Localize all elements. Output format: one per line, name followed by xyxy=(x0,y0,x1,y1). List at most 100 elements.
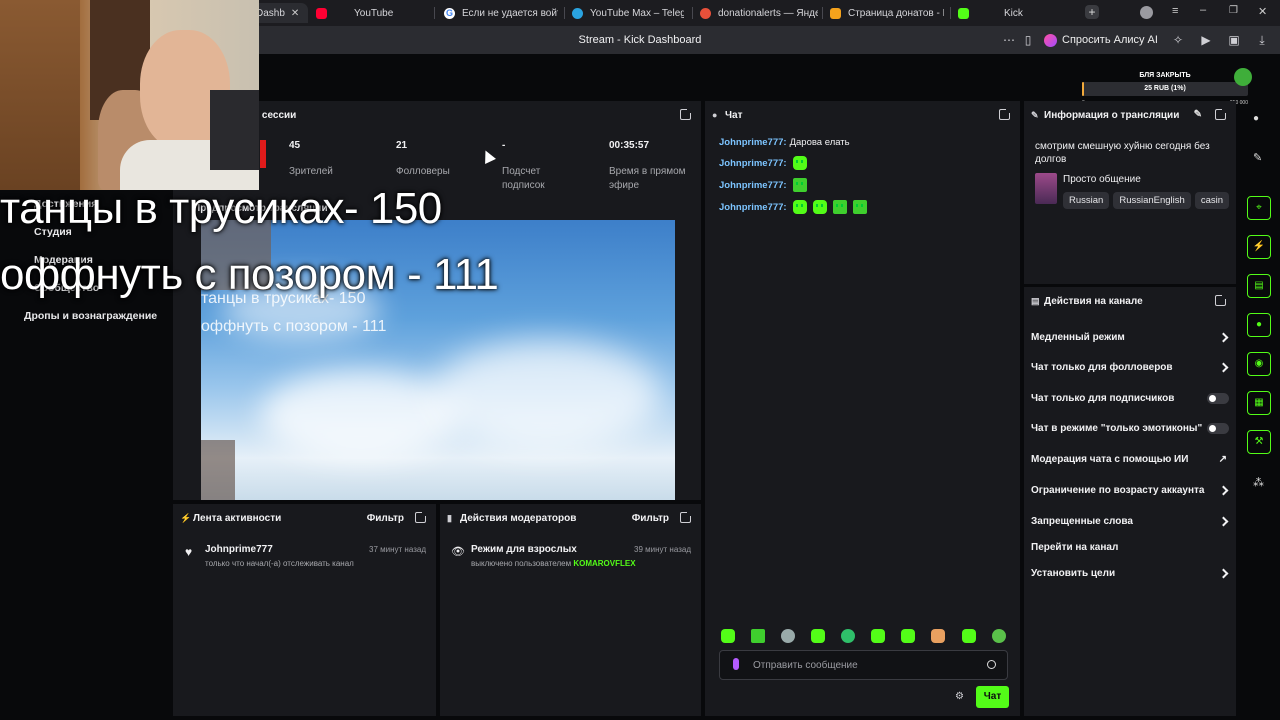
tab-donations-page[interactable]: Страница донатов - Don xyxy=(830,3,944,23)
chat-username[interactable]: Johnprime777: xyxy=(719,158,787,169)
ask-alisa-button[interactable]: Спросить Алису AI xyxy=(1044,30,1158,50)
wrench-icon[interactable]: ⚒ xyxy=(1247,430,1271,454)
settings-icon[interactable]: ⚙ xyxy=(955,691,964,702)
panel-title: Действия модераторов xyxy=(460,513,577,524)
tab-kick[interactable]: Kick xyxy=(958,3,1068,23)
broadcast-icon[interactable]: ◉ xyxy=(1247,352,1271,376)
emote-picker-item[interactable] xyxy=(962,629,976,643)
tag[interactable]: Russian xyxy=(1063,192,1110,209)
emote-picker-item[interactable] xyxy=(721,629,735,643)
tab-separator xyxy=(950,7,951,19)
info-icon[interactable]: ● xyxy=(1253,113,1259,124)
edit-icon[interactable]: ✎ xyxy=(1194,109,1202,120)
emote-picker-item[interactable] xyxy=(811,629,825,643)
toggle-switch[interactable] xyxy=(1207,422,1229,434)
minimize-icon[interactable]: – xyxy=(1200,4,1206,16)
action-ai-moderation[interactable]: Модерация чата с помощью ИИ ↗ xyxy=(1031,451,1231,467)
panel-title: Информация о трансляции xyxy=(1044,110,1180,121)
tab-label: YouTube Max – Telegram xyxy=(590,7,684,19)
tab-label: Dashb xyxy=(256,7,285,19)
popout-icon[interactable] xyxy=(1215,107,1228,120)
menu-icon[interactable]: ≡ xyxy=(1172,5,1178,17)
filter-button[interactable]: Фильтр xyxy=(632,513,669,524)
layout-icon[interactable]: ▦ xyxy=(1247,391,1271,415)
tab-telegram[interactable]: YouTube Max – Telegram xyxy=(572,3,684,23)
stat-label: Зрителей xyxy=(289,166,333,177)
action-set-goals[interactable]: Установить цели xyxy=(1031,565,1231,581)
stat-label: Фолловеры xyxy=(396,166,450,177)
activity-user[interactable]: Johnprime777 xyxy=(205,544,273,555)
stream-info-header: ✎ Информация о трансляции ✎ xyxy=(1024,101,1236,129)
toggle-switch[interactable] xyxy=(1207,392,1229,404)
apps-icon[interactable]: ⁂ xyxy=(1253,476,1264,489)
channel-actions-icon: ▤ xyxy=(1031,296,1040,306)
popout-icon[interactable] xyxy=(1215,293,1228,306)
chat-username[interactable]: Johnprime777: xyxy=(719,202,787,213)
preview-overlay-line2: оффнуть с позором - 111 xyxy=(201,318,387,335)
action-go-to-channel[interactable]: Перейти на канал xyxy=(1031,539,1231,555)
kick-icon xyxy=(958,7,969,19)
action-banned-words[interactable]: Запрещенные слова xyxy=(1031,513,1231,529)
nav-drops-rewards[interactable]: Дропы и вознаграждение xyxy=(24,310,157,322)
emote-picker-item[interactable] xyxy=(751,629,765,643)
tag[interactable]: casin xyxy=(1194,192,1229,209)
chat-username[interactable]: Johnprime777: xyxy=(719,137,787,148)
close-icon[interactable]: ✕ xyxy=(291,8,299,19)
chat-panel: ● Чат xyxy=(705,101,1020,716)
action-account-age[interactable]: Ограничение по возрасту аккаунта xyxy=(1031,482,1231,498)
category-thumbnail xyxy=(1035,173,1057,204)
emote-picker-item[interactable] xyxy=(931,629,945,643)
play-icon[interactable]: ▶ xyxy=(1199,33,1213,47)
new-tab-button[interactable]: + xyxy=(1085,5,1099,19)
popout-icon[interactable] xyxy=(680,510,693,523)
tab-google[interactable]: G Если не удается войти в xyxy=(444,3,558,23)
tab-label: Kick xyxy=(1004,7,1023,19)
microphone-icon[interactable] xyxy=(733,658,739,670)
popout-icon[interactable] xyxy=(680,107,693,120)
bookmark-icon[interactable]: ▯ xyxy=(1021,33,1035,47)
emoji-icon[interactable] xyxy=(987,660,996,669)
popout-icon[interactable] xyxy=(415,510,428,523)
download-icon[interactable]: ⤓ xyxy=(1255,33,1269,47)
document-icon[interactable]: ▤ xyxy=(1247,274,1271,298)
action-label: Ограничение по возрасту аккаунта xyxy=(1031,484,1205,496)
more-icon[interactable]: ⋯ xyxy=(1002,33,1016,47)
extensions-icon[interactable]: ✧ xyxy=(1171,33,1185,47)
emote-picker-item[interactable] xyxy=(841,629,855,643)
action-followers-only[interactable]: Чат только для фолловеров xyxy=(1031,359,1231,375)
profile-icon[interactable] xyxy=(1140,6,1153,19)
emote-picker-item[interactable] xyxy=(871,629,885,643)
lightning-icon: ⚡ xyxy=(180,513,192,523)
tag[interactable]: RussianEnglish xyxy=(1113,192,1191,209)
alisa-icon xyxy=(1044,33,1057,47)
chat-input[interactable]: Отправить сообщение xyxy=(719,650,1008,680)
filter-button[interactable]: Фильтр xyxy=(367,513,404,524)
focus-icon[interactable]: ⌖ xyxy=(1247,196,1271,220)
google-icon: G xyxy=(444,7,455,19)
chat-bubble-icon[interactable]: ● xyxy=(1247,313,1271,337)
action-label: Установить цели xyxy=(1031,567,1116,579)
stream-category[interactable]: Просто общение xyxy=(1063,174,1141,185)
preview-element xyxy=(201,440,235,500)
collections-icon[interactable]: ▣ xyxy=(1227,33,1241,47)
stat-subscriptions: - Подсчет подписок xyxy=(502,140,562,193)
mod-action-user[interactable]: KOMAROVFLEX xyxy=(573,559,635,568)
emote-picker-item[interactable] xyxy=(781,629,795,643)
action-label: Запрещенные слова xyxy=(1031,515,1133,527)
tab-youtube[interactable]: YouTube xyxy=(316,3,426,23)
chat-icon: ● xyxy=(712,110,718,120)
popout-icon[interactable] xyxy=(999,107,1012,120)
maximize-icon[interactable]: ❐ xyxy=(1229,5,1238,16)
donationalerts-icon xyxy=(700,7,711,19)
stat-label: Подсчет подписок xyxy=(502,166,545,191)
chevron-right-icon xyxy=(1218,362,1229,372)
action-slow-mode[interactable]: Медленный режим xyxy=(1031,329,1231,345)
edit-icon[interactable]: ✎ xyxy=(1253,151,1262,164)
emote-picker-item[interactable] xyxy=(992,629,1006,643)
close-window-icon[interactable]: ✕ xyxy=(1258,5,1267,18)
chat-username[interactable]: Johnprime777: xyxy=(719,180,787,191)
emote-picker-item[interactable] xyxy=(901,629,915,643)
send-chat-button[interactable]: Чат xyxy=(976,686,1009,708)
tab-donationalerts[interactable]: donationalerts — Яндекс xyxy=(700,3,818,23)
lightning-icon[interactable]: ⚡ xyxy=(1247,235,1271,259)
